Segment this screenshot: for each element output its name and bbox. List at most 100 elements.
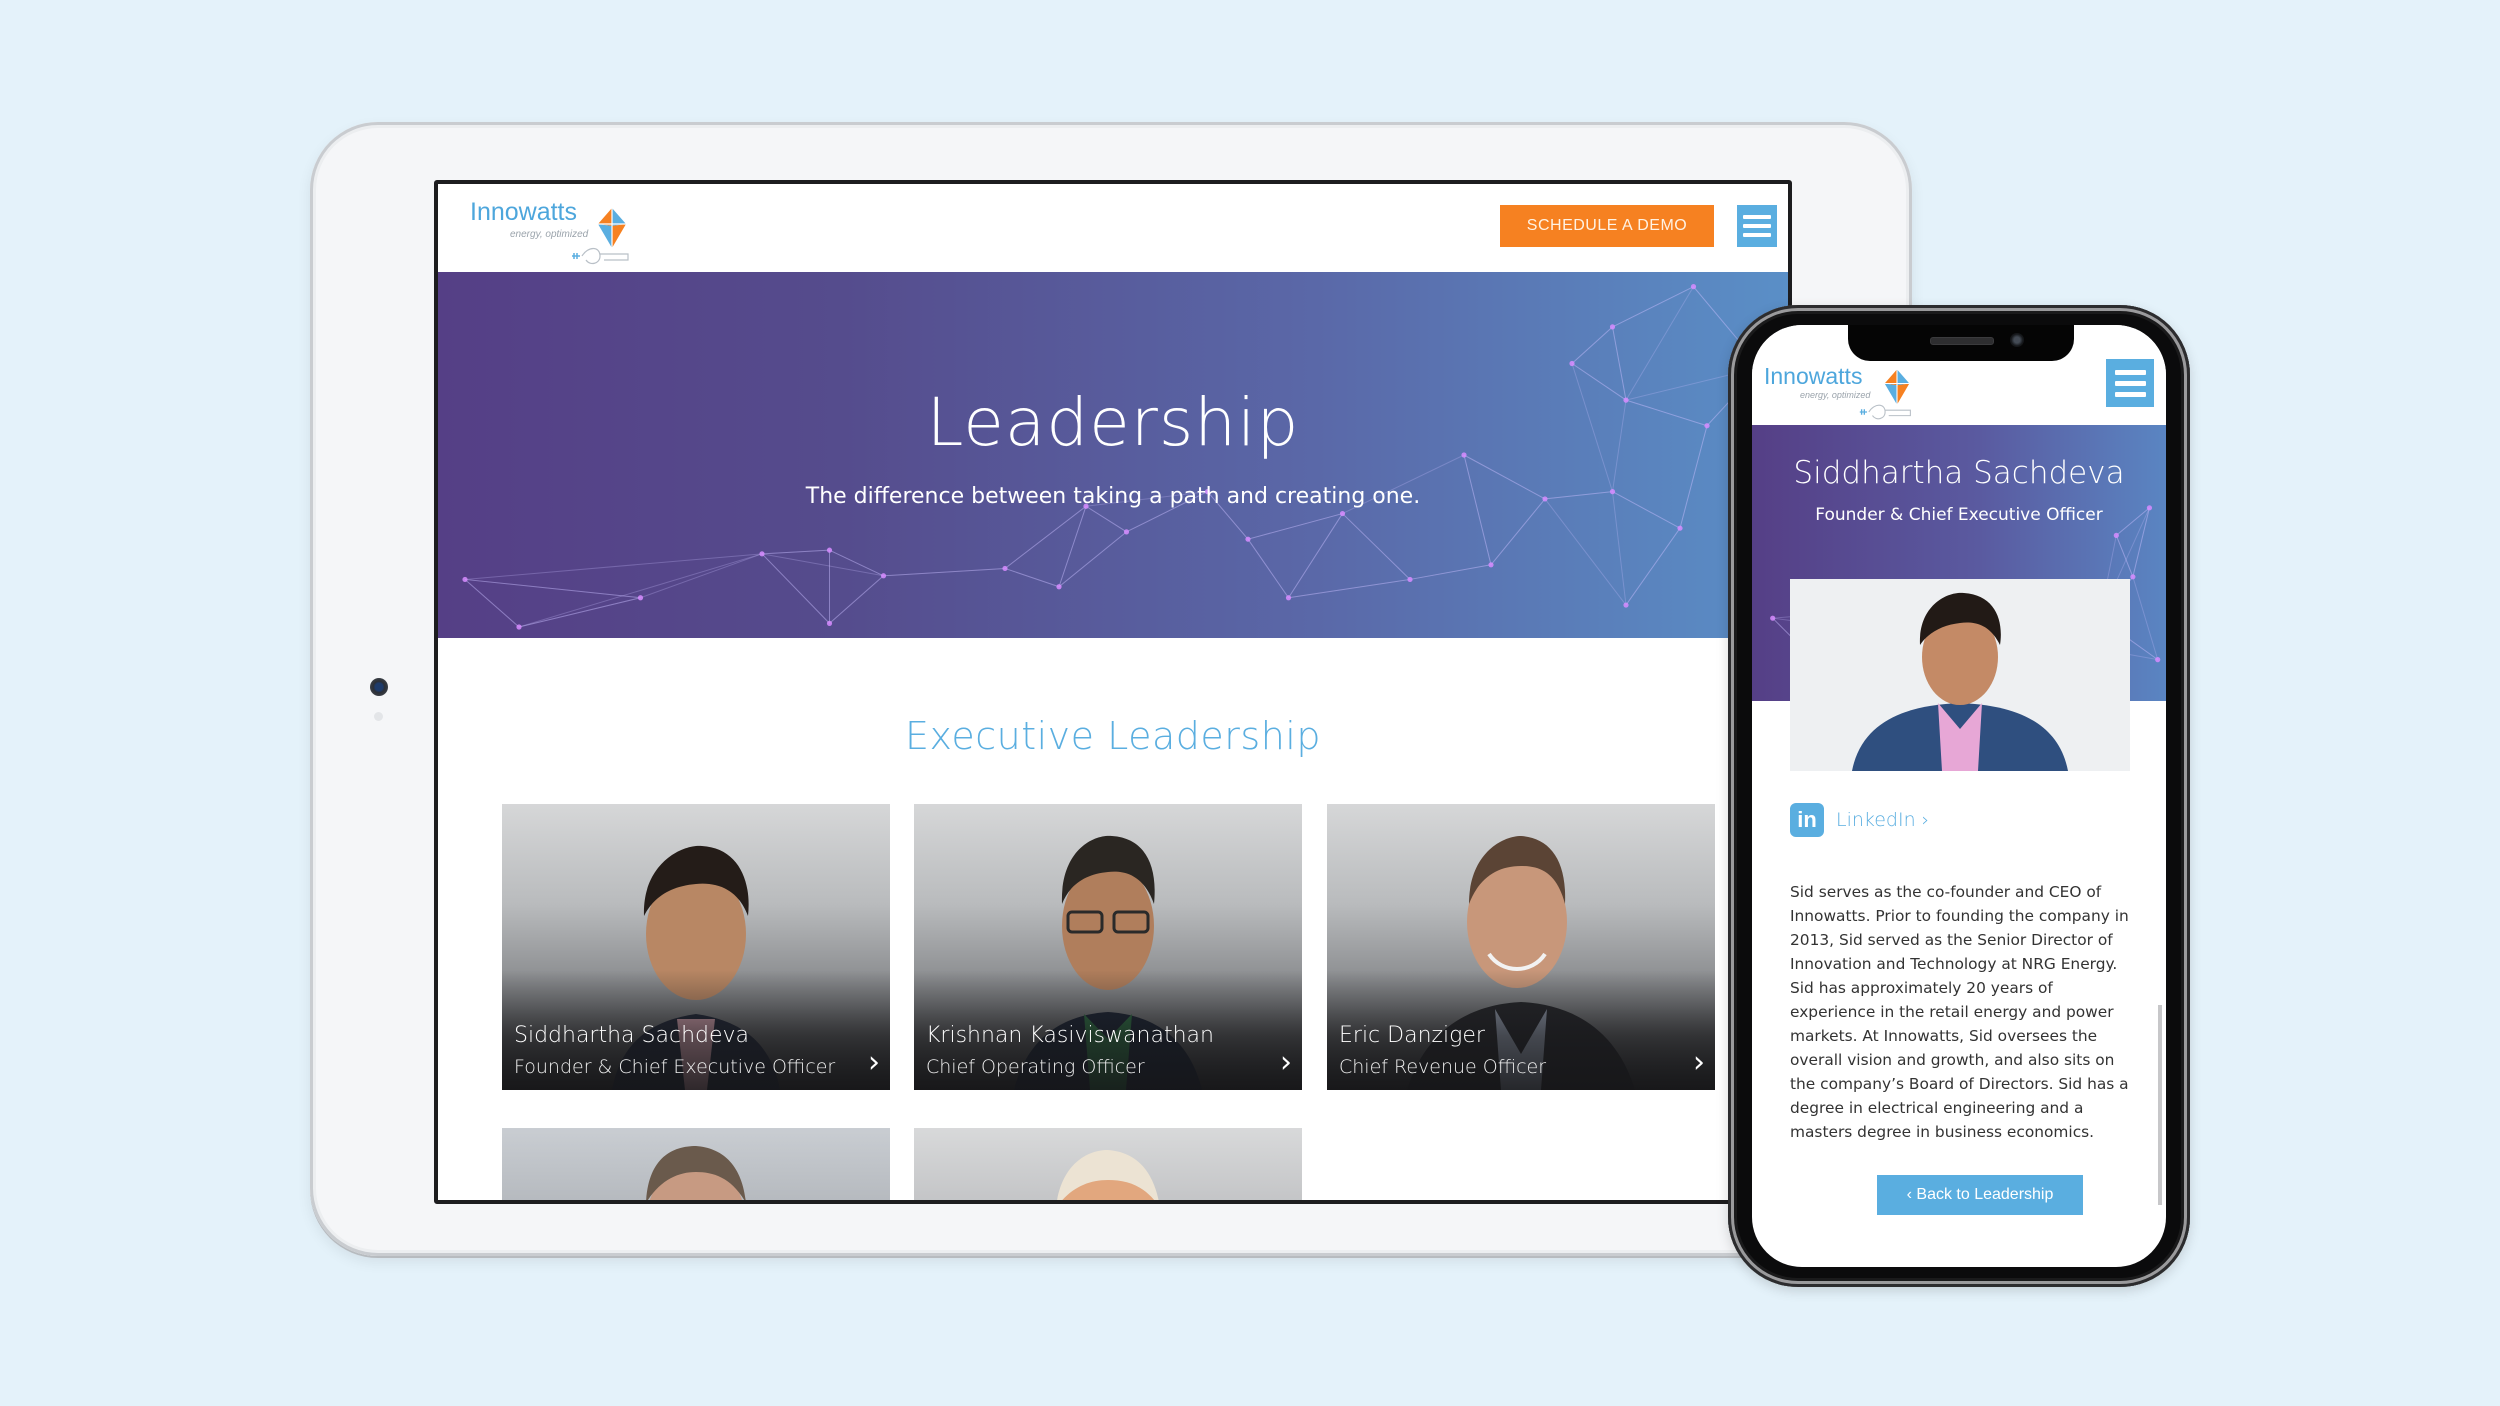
team-card[interactable] <box>914 1128 1302 1200</box>
network-line <box>883 567 1006 577</box>
network-line <box>1463 454 1492 565</box>
back-to-leadership-button[interactable]: ‹ Back to Leadership <box>1877 1175 2083 1215</box>
linkedin-icon[interactable]: in <box>1790 803 1824 837</box>
network-line <box>464 579 520 628</box>
chevron-right-icon[interactable]: › <box>1280 1048 1292 1078</box>
speaker-grille <box>1930 337 1994 345</box>
scrollbar[interactable] <box>2158 715 2162 1215</box>
network-node <box>1690 284 1697 290</box>
menu-bar <box>1743 215 1771 219</box>
scrollbar-thumb[interactable] <box>2158 1005 2162 1205</box>
innowatts-logo[interactable]: Innowatts energy, optimized <box>470 198 640 268</box>
network-node <box>826 620 833 626</box>
team-member-name: Siddhartha Sachdeva <box>514 1023 750 1048</box>
page-title: Leadership <box>926 384 1300 461</box>
network-line <box>464 553 763 580</box>
network-node <box>1285 595 1292 601</box>
linkedin-link[interactable]: in LinkedIn › <box>1790 803 1929 837</box>
network-node <box>1609 324 1616 330</box>
logo-tail-icon <box>572 247 629 265</box>
network-line <box>1288 578 1411 599</box>
team-member-role: Chief Operating Officer <box>926 1056 1145 1078</box>
team-member-role: Chief Revenue Officer <box>1339 1056 1547 1078</box>
network-line <box>1625 527 1681 606</box>
network-line <box>761 549 830 555</box>
network-node <box>880 573 887 579</box>
network-node <box>826 547 833 553</box>
hamburger-menu-icon[interactable] <box>2106 359 2154 407</box>
chevron-right-icon[interactable]: › <box>1693 1048 1705 1078</box>
tablet-device: Innowatts energy, optimized SCHEDULE A D… <box>310 122 1912 1256</box>
network-node <box>2130 574 2136 580</box>
chevron-right-icon[interactable]: › <box>868 1048 880 1078</box>
page-subtitle: The difference between taking a path and… <box>805 484 1421 509</box>
section-title: Executive Leadership <box>905 714 1321 758</box>
schedule-demo-button[interactable]: SCHEDULE A DEMO <box>1500 205 1714 247</box>
phone-device: Innowatts energy, optimized Siddhartha S… <box>1728 305 2190 1287</box>
network-node <box>2155 657 2161 663</box>
network-line <box>1571 326 1613 364</box>
phone-notch <box>1848 325 2074 361</box>
network-line <box>1004 505 1087 569</box>
network-line <box>1004 567 1060 588</box>
network-line <box>518 597 641 628</box>
network-node <box>1677 525 1683 531</box>
team-card[interactable]: Siddhartha Sachdeva Founder & Chief Exec… <box>502 804 890 1090</box>
linkedin-label[interactable]: LinkedIn › <box>1836 809 1929 831</box>
team-member-name: Krishnan Kasiviswanathan <box>926 1023 1214 1048</box>
network-line <box>2115 535 2134 577</box>
profile-photo <box>1790 579 2130 771</box>
front-camera <box>2010 333 2024 347</box>
hero-banner: Leadership The difference between taking… <box>438 272 1788 638</box>
network-node <box>1407 576 1413 583</box>
network-line <box>1544 498 1627 606</box>
network-node <box>516 624 522 630</box>
kite-logo-icon <box>598 208 626 248</box>
network-line <box>464 578 641 599</box>
menu-bar <box>2114 391 2146 397</box>
network-node <box>1339 510 1346 517</box>
team-member-name: Eric Danziger <box>1339 1023 1485 1048</box>
network-node <box>1056 584 1062 590</box>
network-node <box>759 551 765 557</box>
hamburger-menu-icon[interactable] <box>1737 205 1777 247</box>
tablet-screen: Innowatts energy, optimized SCHEDULE A D… <box>434 180 1792 1204</box>
team-card[interactable]: Krishnan Kasiviswanathan Chief Operating… <box>914 804 1302 1090</box>
network-node <box>462 576 468 583</box>
menu-bar <box>1743 224 1771 228</box>
logo-tagline: energy, optimized <box>510 229 589 240</box>
network-node <box>637 595 644 601</box>
phone-screen: Innowatts energy, optimized Siddhartha S… <box>1752 325 2166 1267</box>
network-line <box>640 553 763 599</box>
network-node <box>1488 562 1494 568</box>
network-line <box>1342 513 1411 580</box>
network-node <box>1245 536 1251 542</box>
profile-bio: Sid serves as the co-founder and CEO of … <box>1790 883 2129 1142</box>
network-line <box>1409 564 1492 580</box>
network-node <box>1002 565 1008 572</box>
network-line <box>829 575 884 624</box>
portrait-image <box>1790 579 2130 771</box>
menu-bar <box>2114 380 2146 386</box>
team-card[interactable] <box>502 1128 890 1200</box>
portrait-image <box>646 1146 746 1200</box>
profile-role: Founder & Chief Executive Officer <box>1815 505 2103 525</box>
portrait-image <box>1057 1150 1159 1200</box>
network-line <box>2132 576 2159 660</box>
logo-tail-icon <box>1859 404 1911 420</box>
logo-tagline: energy, optimized <box>1800 390 1871 400</box>
team-card[interactable]: Eric Danziger Chief Revenue Officer › <box>1327 804 1715 1090</box>
profile-name: Siddhartha Sachdeva <box>1793 455 2125 491</box>
network-node <box>1569 360 1575 367</box>
kite-logo-icon <box>1884 369 1910 405</box>
innowatts-logo[interactable]: Innowatts energy, optimized <box>1764 363 1924 425</box>
menu-bar <box>1743 233 1771 237</box>
logo-wordmark: Innowatts <box>1764 363 1863 389</box>
network-node <box>2113 532 2119 538</box>
logo-wordmark: Innowatts <box>470 198 578 226</box>
network-node <box>1770 615 1776 621</box>
tablet-sensor <box>374 712 383 721</box>
tablet-camera <box>370 678 388 696</box>
network-node <box>1623 602 1629 608</box>
network-node <box>1123 529 1130 535</box>
